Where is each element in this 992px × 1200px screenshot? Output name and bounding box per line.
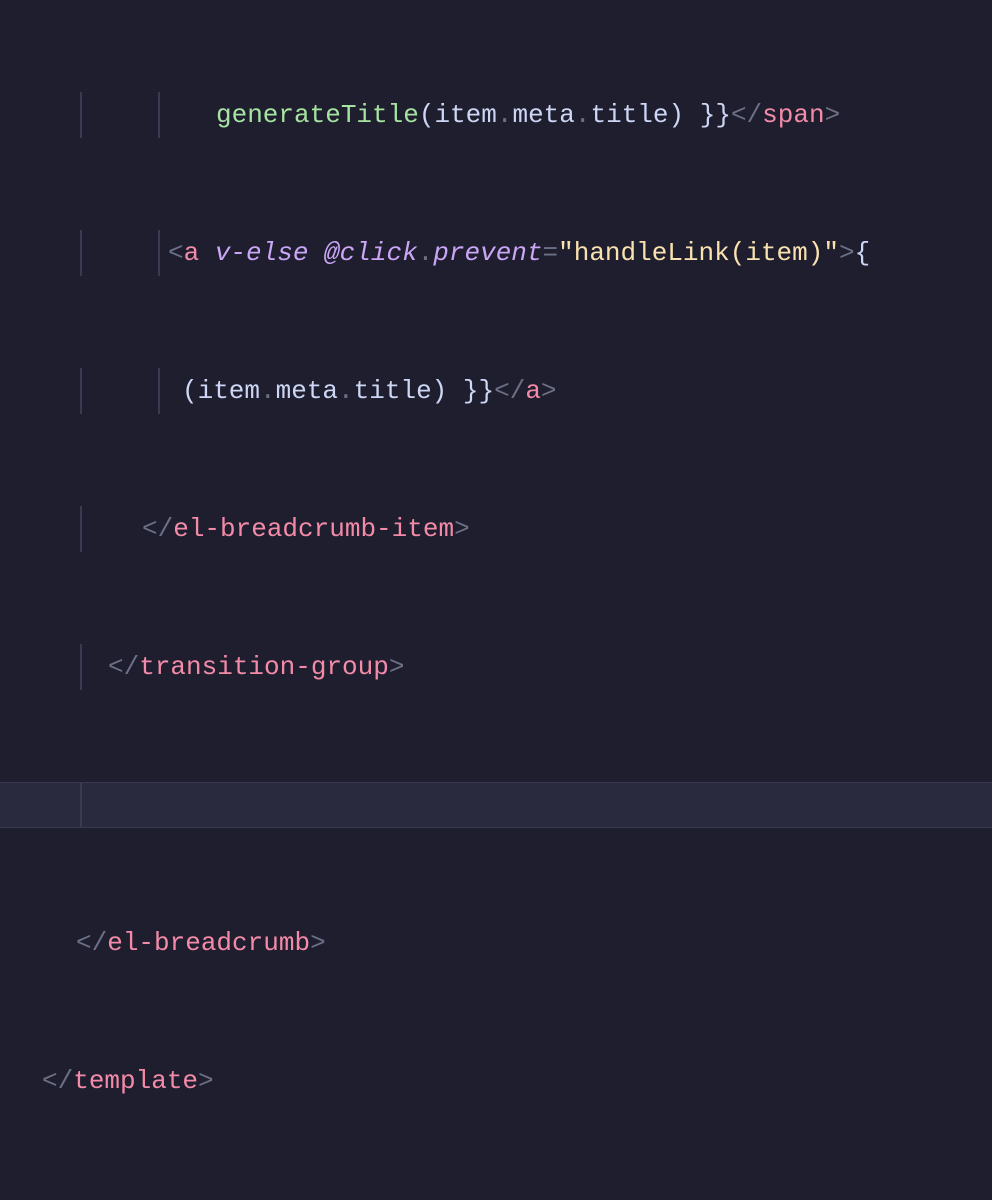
equals: = — [543, 230, 559, 276]
tag-close-open: </ — [76, 920, 107, 966]
tag-close-open: </ — [142, 506, 173, 552]
string: "handleLink(item)" — [558, 230, 839, 276]
dot: . — [260, 368, 276, 414]
tag-name: el-breadcrumb — [107, 920, 310, 966]
attr: prevent — [433, 230, 542, 276]
tag-close-open: </ — [494, 368, 525, 414]
dot: . — [418, 230, 434, 276]
at-sign: @ — [308, 230, 339, 276]
code-line-highlighted — [0, 782, 992, 828]
tag-name: a — [184, 230, 200, 276]
code-text: meta — [276, 368, 338, 414]
tag-close: > — [389, 644, 405, 690]
tag-close: > — [825, 92, 841, 138]
code-text: (item — [182, 368, 260, 414]
mustache: { — [855, 230, 871, 276]
tag-close: > — [541, 368, 557, 414]
code-line-empty — [0, 1196, 992, 1200]
tag-name: transition-group — [139, 644, 389, 690]
tag-open: < — [168, 230, 184, 276]
code-line: <a v-else @click.prevent="handleLink(ite… — [0, 230, 992, 276]
function-call: generateTitle — [216, 92, 419, 138]
tag-close-open: </ — [108, 644, 139, 690]
code-text: title) }} — [591, 92, 731, 138]
code-line: (item.meta.title) }}</a> — [0, 368, 992, 414]
tag-close: > — [198, 1058, 214, 1104]
dot: . — [497, 92, 513, 138]
attr: v-else — [199, 230, 308, 276]
code-line: </el-breadcrumb-item> — [0, 506, 992, 552]
tag-name: a — [525, 368, 541, 414]
dot: . — [338, 368, 354, 414]
code-line: </el-breadcrumb> — [0, 920, 992, 966]
tag-close: > — [454, 506, 470, 552]
tag-name: span — [762, 92, 824, 138]
tag-name: template — [73, 1058, 198, 1104]
tag-close: > — [310, 920, 326, 966]
code-text: (item — [419, 92, 497, 138]
code-text: title) }} — [354, 368, 494, 414]
code-editor[interactable]: generateTitle(item.meta.title) }}</span>… — [0, 0, 992, 1200]
dot: . — [575, 92, 591, 138]
code-text: meta — [512, 92, 574, 138]
tag-close: > — [839, 230, 855, 276]
tag-name: el-breadcrumb-item — [173, 506, 454, 552]
tag-close-open: </ — [42, 1058, 73, 1104]
code-line: </transition-group> — [0, 644, 992, 690]
code-line: </template> — [0, 1058, 992, 1104]
tag-close-open: </ — [731, 92, 762, 138]
code-line: generateTitle(item.meta.title) }}</span> — [0, 92, 992, 138]
attr: click — [340, 230, 418, 276]
